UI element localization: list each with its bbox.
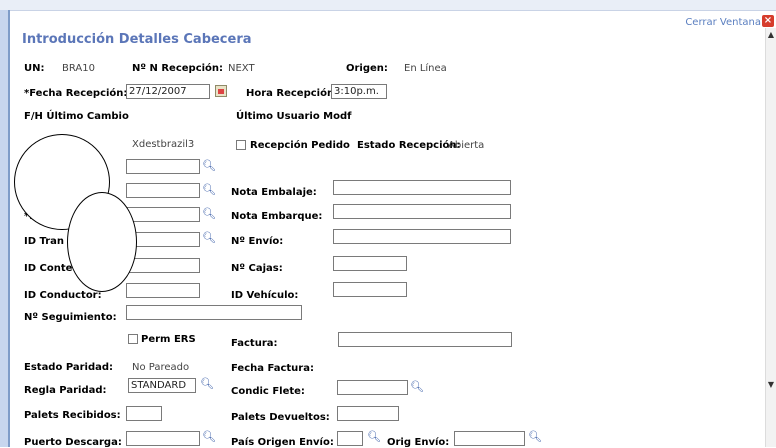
usuario-value: Xdestbrazil3 [132,139,195,150]
top-strip [0,0,776,11]
hora-recepcion-input[interactable] [331,84,387,99]
lookup-input-2[interactable] [126,183,200,198]
search-icon[interactable]: 🔍︎ [202,183,216,196]
numero-seguimiento-label: Nº Seguimiento: [24,312,117,323]
pais-origen-input[interactable] [337,431,363,446]
hora-recepcion-label: Hora Recepción: [246,88,339,99]
orig-envio-label: Orig Envío: [387,437,450,448]
search-icon[interactable]: 🔍︎ [202,430,216,443]
numero-cajas-label: Nº Cajas: [231,263,283,274]
id-contenedor-input[interactable] [126,258,200,273]
id-transportista-label: ID Tran [24,236,65,247]
recepcion-pedido-label: Recepción Pedido [250,140,350,151]
regla-paridad-input[interactable] [128,378,196,393]
fh-ultimo-cambio-label: F/H Último Cambio [24,111,129,122]
calendar-icon[interactable] [215,85,227,97]
page-title: Introducción Detalles Cabecera [22,32,252,47]
envc-id-input[interactable] [126,207,200,222]
nota-embalaje-label: Nota Embalaje: [231,187,317,198]
id-vehiculo-label: ID Vehículo: [231,290,299,301]
regla-paridad-label: Regla Paridad: [24,385,107,396]
nota-embarque-label: Nota Embarque: [231,211,323,222]
palets-devueltos-input[interactable] [337,406,399,421]
numero-cajas-input[interactable] [333,256,407,271]
numero-seguimiento-input[interactable] [126,305,302,320]
id-contenedor-label: ID Conte [24,263,73,274]
search-icon[interactable]: 🔍︎ [528,430,542,443]
pais-origen-label: País Origen Envío: [231,437,334,448]
orig-envio-input[interactable] [454,431,525,446]
search-icon[interactable]: 🔍︎ [200,377,214,390]
fecha-recepcion-input[interactable] [126,84,210,99]
id-transportista-input[interactable] [126,232,200,247]
id-conductor-label: ID Conductor: [24,290,102,301]
fecha-recepcion-label: *Fecha Recepción: [24,88,128,99]
scroll-down-arrow-icon[interactable]: ▼ [766,380,776,392]
nota-embalaje-input[interactable] [333,180,511,195]
page-header: Introducción Detalles Cabecera [10,28,762,48]
recepcion-number-value: NEXT [228,63,255,74]
numero-envio-label: Nº Envío: [231,236,284,247]
palets-devueltos-label: Palets Devueltos: [231,412,330,423]
estado-paridad-label: Estado Paridad: [24,362,114,373]
search-icon[interactable]: 🔍︎ [410,380,424,393]
lookup-input-1[interactable] [126,159,200,174]
close-window-link[interactable]: Cerrar Ventana [685,17,761,28]
origen-label: Origen: [346,63,388,74]
ultimo-usuario-label: Último Usuario Modf [236,111,352,122]
estado-recepcion-label: Estado Recepción: [357,140,461,151]
un-value: BRA10 [62,63,95,74]
search-icon[interactable]: 🔍︎ [202,207,216,220]
id-vehiculo-input[interactable] [333,282,407,297]
close-icon[interactable]: × [762,15,774,27]
palets-recibidos-input[interactable] [126,406,162,421]
id-conductor-input[interactable] [126,283,200,298]
factura-label: Factura: [231,338,278,349]
perm-ers-label: Perm ERS [141,334,196,345]
numero-envio-input[interactable] [333,229,511,244]
condic-flete-label: Condic Flete: [231,386,305,397]
puerto-descarga-input[interactable] [126,431,200,446]
un-label: UN: [24,63,45,74]
nota-embarque-input[interactable] [333,204,511,219]
scroll-up-arrow-icon[interactable]: ▲ [766,30,776,42]
estado-recepcion-value: Abierta [448,140,485,151]
recepcion-pedido-checkbox[interactable] [236,140,246,150]
window-left-border [0,10,10,447]
perm-ers-checkbox[interactable] [128,334,138,344]
origen-value: En Línea [404,63,447,74]
condic-flete-input[interactable] [337,380,408,395]
fecha-factura-label: Fecha Factura: [231,363,314,374]
redaction-circle [67,192,137,292]
search-icon[interactable]: 🔍︎ [202,231,216,244]
search-icon[interactable]: 🔍︎ [367,430,381,443]
estado-paridad-value: No Pareado [132,362,190,373]
puerto-descarga-label: Puerto Descarga: [24,437,122,448]
recepcion-number-label: Nº N Recepción: [132,63,224,74]
factura-input[interactable] [338,332,512,347]
palets-recibidos-label: Palets Recibidos: [24,410,121,421]
search-icon[interactable]: 🔍︎ [202,159,216,172]
